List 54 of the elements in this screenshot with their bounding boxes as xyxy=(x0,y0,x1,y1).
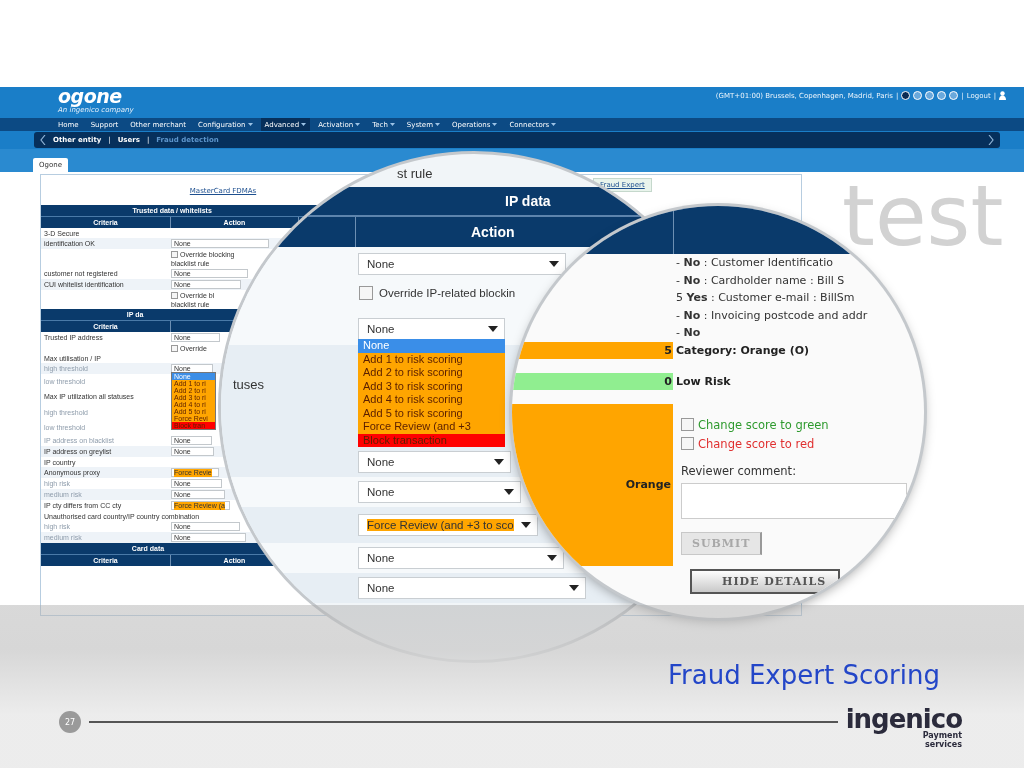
caret-icon xyxy=(549,261,560,267)
checkbox[interactable] xyxy=(681,418,694,431)
column-header: Action xyxy=(471,224,515,240)
caret-icon xyxy=(488,326,498,332)
caret-icon xyxy=(521,522,532,528)
check-result-text: - No xyxy=(675,326,702,340)
field-label: Reviewer comment: xyxy=(681,463,796,478)
user-icon[interactable] xyxy=(999,91,1006,100)
caption-text: st rule xyxy=(397,165,433,183)
dropdown-option[interactable]: Force Review (and +3 xyxy=(358,420,505,434)
action-select[interactable]: None xyxy=(358,577,586,599)
action-select[interactable]: None xyxy=(358,451,511,473)
check-result-text: - No : Customer Identificatio xyxy=(675,256,834,270)
action-select[interactable]: None xyxy=(358,481,521,503)
chevron-left-icon[interactable] xyxy=(40,135,46,145)
caret-icon xyxy=(492,123,498,126)
page-number: 27 xyxy=(59,711,81,733)
chevron-right-icon[interactable] xyxy=(988,135,994,145)
check-result-text: - No : Invoicing postcode and addr xyxy=(675,308,869,322)
caret-icon xyxy=(301,123,307,126)
checkbox-label: Override IP-related blockin xyxy=(379,287,516,299)
caret-icon xyxy=(569,585,579,591)
caret-icon xyxy=(547,555,558,561)
checkbox[interactable] xyxy=(171,250,178,258)
logo[interactable]: ogone xyxy=(58,87,122,106)
score-label: Category: Orange (O) xyxy=(675,342,811,359)
hide-details-button[interactable]: HIDE DETAILS xyxy=(690,568,840,594)
criteria-label: tuses xyxy=(232,377,265,392)
action-select[interactable]: None xyxy=(358,253,567,275)
caret-icon xyxy=(389,123,395,126)
action-select[interactable]: None xyxy=(358,547,565,569)
check-result-text: - No : Cardholder name : Bill S xyxy=(675,273,846,287)
score-label: Low Risk xyxy=(675,373,732,390)
checkbox[interactable] xyxy=(171,291,178,299)
dropdown-option[interactable]: Add 4 to risk scoring xyxy=(358,393,505,407)
caret-icon xyxy=(355,123,361,126)
result-label: Orange xyxy=(625,478,671,491)
caret-icon xyxy=(551,123,557,126)
score-bar: 0 xyxy=(512,372,673,390)
caret-icon xyxy=(503,489,514,495)
action-select[interactable]: Force Review (and +3 to sco xyxy=(358,514,539,536)
checkbox[interactable] xyxy=(171,344,178,352)
dropdown-option[interactable]: Add 2 to risk scoring xyxy=(358,366,505,380)
language-flag-icon[interactable] xyxy=(901,91,911,100)
check-result-text: 5 Yes : Customer e-mail : BillSm xyxy=(675,291,856,305)
checkbox[interactable] xyxy=(359,286,373,300)
caret-icon xyxy=(493,459,504,465)
checkbox-label: Change score to green xyxy=(698,417,829,432)
checkbox-label: Change score to red xyxy=(698,436,815,451)
caret-icon xyxy=(247,123,253,126)
caret-icon xyxy=(434,123,440,126)
comment-field[interactable] xyxy=(681,482,907,519)
slide-title: Fraud Expert Scoring xyxy=(668,659,940,691)
checkbox[interactable] xyxy=(681,437,694,450)
